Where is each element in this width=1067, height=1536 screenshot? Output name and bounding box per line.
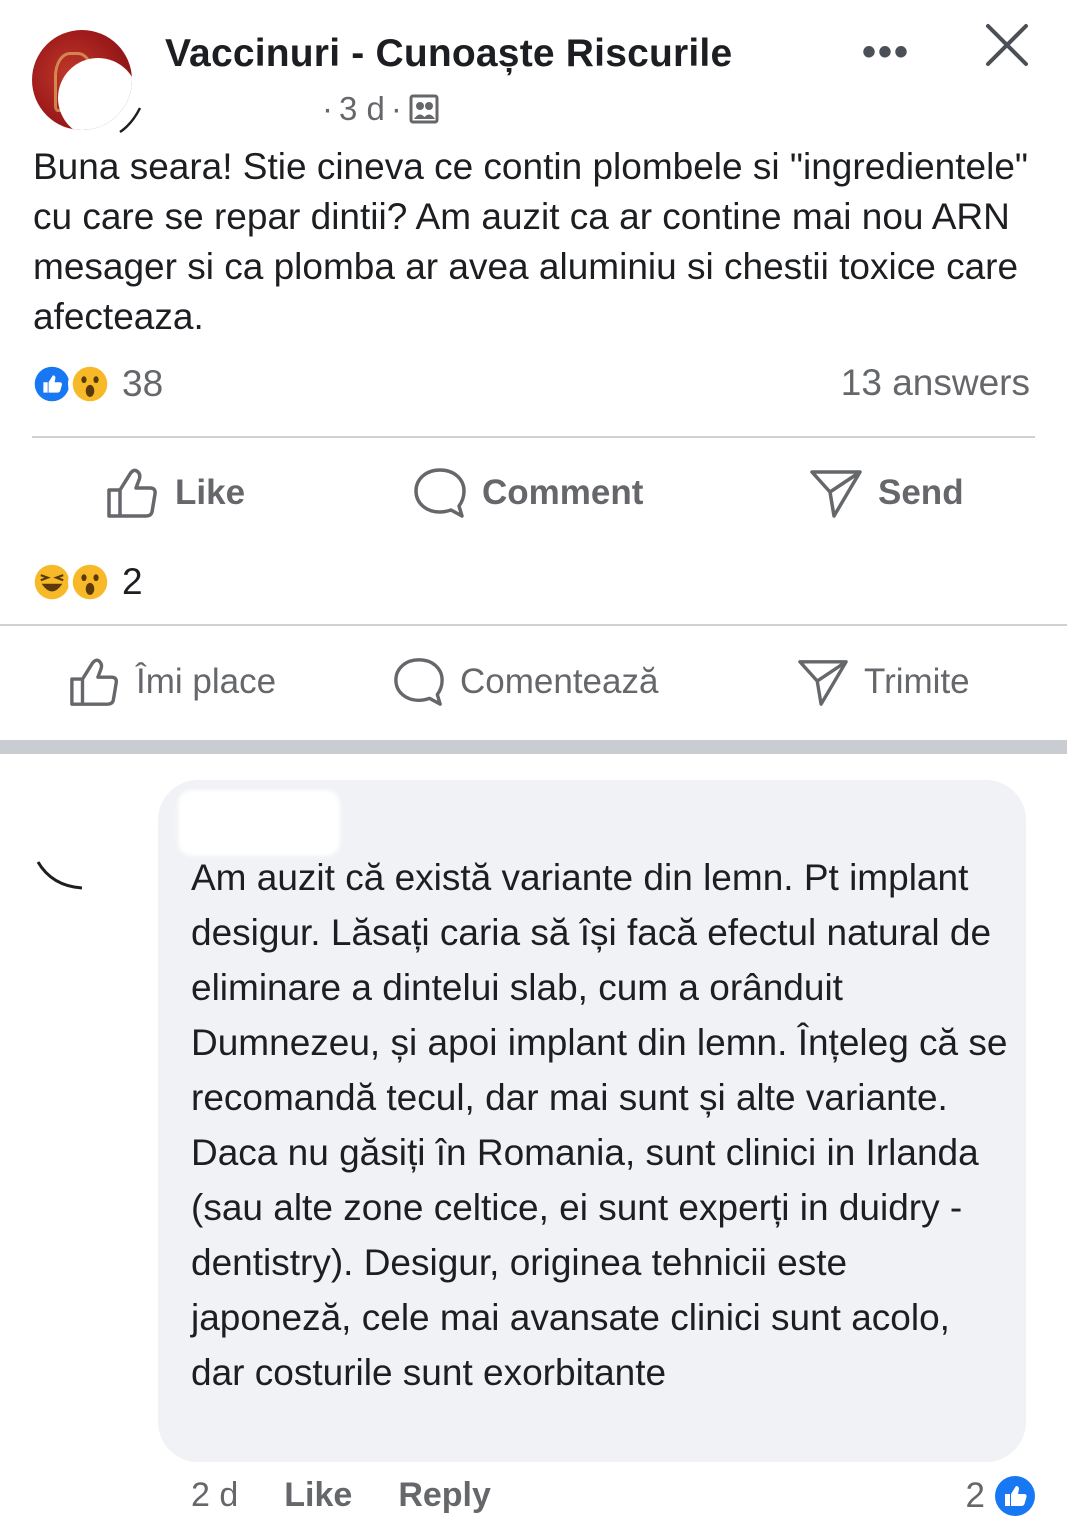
comment-time[interactable]: 2 d xyxy=(191,1476,238,1515)
like-label: Like xyxy=(175,473,246,512)
send-icon xyxy=(810,470,862,518)
group-name[interactable]: Vaccinuri - Cunoaște Riscurile xyxy=(165,32,732,76)
wow-icon xyxy=(68,560,112,604)
comment-like-count: 2 xyxy=(965,1476,985,1515)
members-icon xyxy=(409,94,439,124)
wow-icon xyxy=(68,362,112,406)
comment-text: Am auzit că există variante din lemn. Pt… xyxy=(191,857,1008,1393)
thumbs-up-icon xyxy=(107,468,157,518)
comment-label: Comment xyxy=(482,473,644,512)
meta-dot: · xyxy=(390,90,402,127)
send-label-ro: Trimite xyxy=(864,662,970,701)
send-button[interactable]: Send xyxy=(808,466,964,520)
send-button-ro[interactable]: Trimite xyxy=(796,656,970,708)
post-time[interactable]: 3 d xyxy=(339,90,385,128)
send-label: Send xyxy=(878,473,964,512)
comment-reactions[interactable]: 2 xyxy=(966,1474,1037,1518)
reaction-summary-2[interactable]: 2 xyxy=(30,560,143,604)
reaction-count-2: 2 xyxy=(122,561,143,602)
answers-count[interactable]: 13 answers xyxy=(841,362,1030,404)
thumbs-up-icon xyxy=(70,658,119,706)
comment-button-ro[interactable]: Comentează xyxy=(392,656,658,708)
comment-bubble-icon xyxy=(394,658,444,706)
send-icon xyxy=(798,660,848,706)
like-label-ro: Îmi place xyxy=(136,662,277,701)
commenter-name-hidden[interactable] xyxy=(178,790,340,856)
divider xyxy=(0,624,1067,626)
close-icon[interactable] xyxy=(984,22,1030,68)
comment-reply-button[interactable]: Reply xyxy=(398,1476,491,1515)
section-separator xyxy=(0,740,1067,754)
comment-like-button[interactable]: Like xyxy=(284,1476,352,1515)
avatar-mark xyxy=(119,107,142,134)
comment-footer: 2 d Like Reply xyxy=(191,1476,491,1515)
post-text: Buna seara! Stie cineva ce contin plombe… xyxy=(33,146,1029,337)
like-button-ro[interactable]: Îmi place xyxy=(68,656,276,708)
post-meta: · 3 d · xyxy=(322,90,440,128)
group-avatar[interactable] xyxy=(32,30,132,130)
like-button[interactable]: Like xyxy=(105,466,245,520)
reaction-summary[interactable]: 38 xyxy=(30,362,163,406)
reaction-count: 38 xyxy=(122,363,164,404)
comment-button[interactable]: Comment xyxy=(412,466,643,520)
divider xyxy=(32,436,1035,438)
meta-dot: · xyxy=(322,90,333,127)
comment-bubble-icon xyxy=(414,468,466,518)
more-dots-icon[interactable]: ••• xyxy=(862,30,910,75)
comment-label-ro: Comentează xyxy=(460,662,659,701)
like-icon xyxy=(995,1476,1035,1516)
avatar-edge xyxy=(36,861,83,890)
